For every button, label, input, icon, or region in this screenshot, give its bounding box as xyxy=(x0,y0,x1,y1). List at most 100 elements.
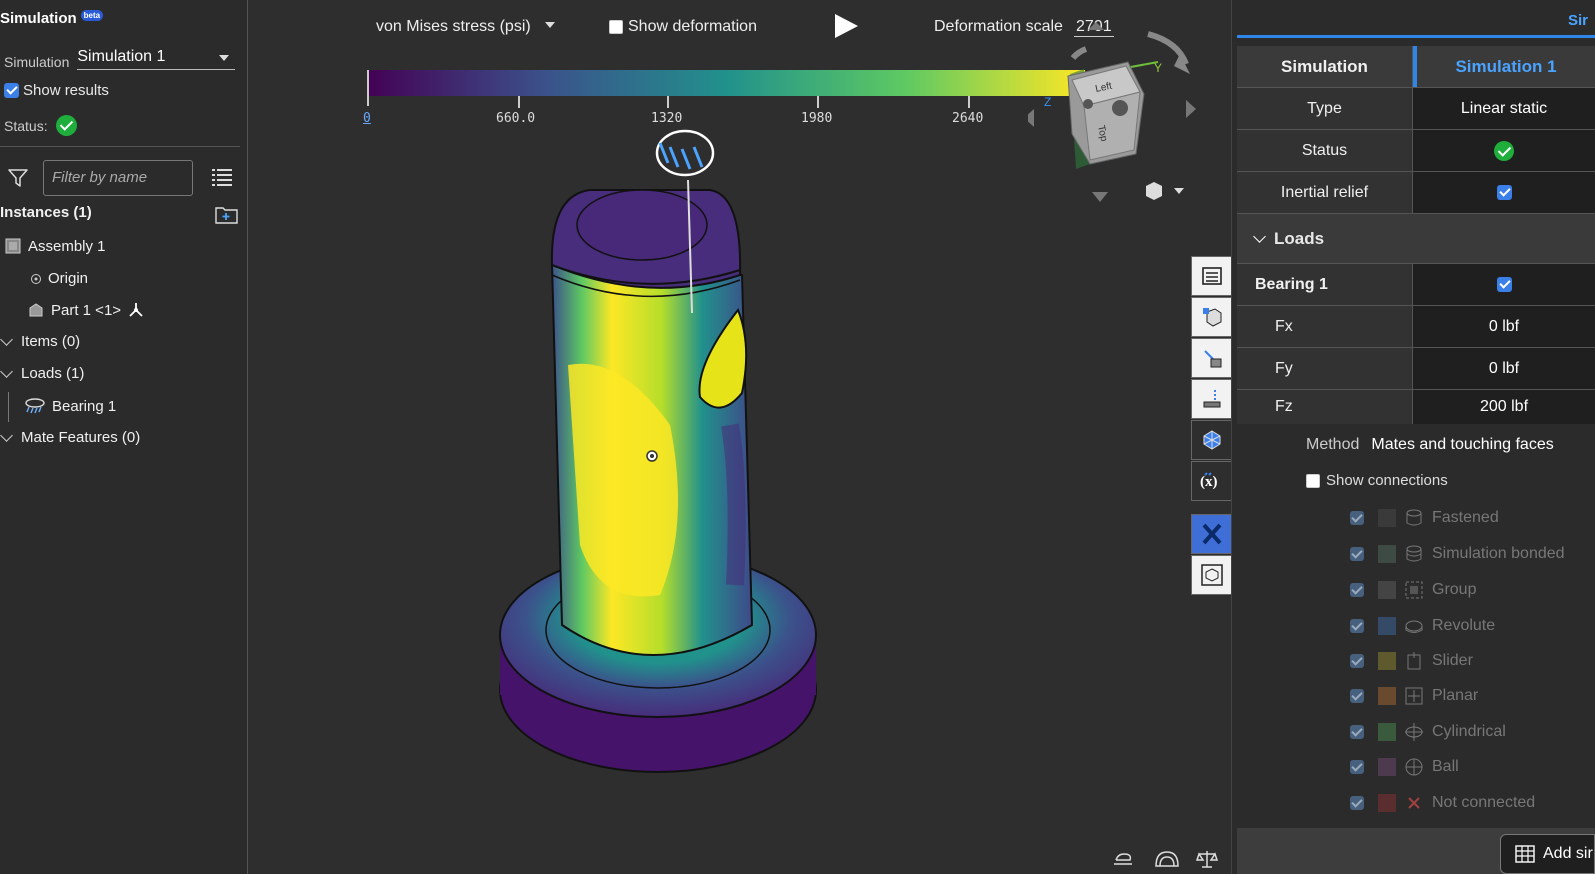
connection-label: Not connected xyxy=(1432,794,1536,811)
tree-item-part[interactable]: Part 1 <1> xyxy=(27,301,145,319)
chevron-down-icon xyxy=(545,22,556,29)
connection-item-group[interactable]: Group xyxy=(1350,580,1476,600)
ball-icon xyxy=(1405,758,1423,776)
connection-item-revolute[interactable]: Revolute xyxy=(1350,616,1495,636)
chevron-down-icon xyxy=(0,365,13,378)
status-label: Status: xyxy=(4,117,48,134)
tool-button-variables[interactable]: (x) xyxy=(1191,461,1232,501)
connection-item-ball[interactable]: Ball xyxy=(1350,757,1459,777)
chevron-down-icon xyxy=(1253,230,1266,243)
checkbox-checked-icon xyxy=(1350,796,1364,810)
section-view-icon xyxy=(1203,390,1220,408)
part-label: Part 1 <1> xyxy=(51,301,122,319)
inertial-relief-checkbox[interactable] xyxy=(1413,172,1595,213)
connection-label: Cylindrical xyxy=(1432,723,1506,740)
add-simulation-button[interactable]: Add sir xyxy=(1500,834,1595,874)
mass-properties-icon[interactable] xyxy=(1196,849,1218,869)
view-cube[interactable]: Y Z Left Top xyxy=(1028,14,1208,204)
connection-label: Ball xyxy=(1432,758,1459,775)
color-swatch xyxy=(1378,545,1396,563)
result-type-dropdown[interactable]: von Mises stress (psi) xyxy=(376,18,561,36)
checkbox-checked-icon xyxy=(1350,511,1364,525)
play-icon[interactable] xyxy=(832,12,860,40)
tree-item-assembly[interactable]: Assembly 1 xyxy=(4,237,106,255)
connection-item-not-connected[interactable]: Not connected xyxy=(1350,793,1535,813)
checkbox-checked-icon xyxy=(1350,547,1364,561)
row-label-bearing: Bearing 1 xyxy=(1237,264,1413,305)
row-value-fz[interactable]: 200 lbf xyxy=(1413,390,1595,424)
color-swatch xyxy=(1378,794,1396,812)
tool-button-section[interactable] xyxy=(1191,379,1232,419)
tool-button-mesh[interactable] xyxy=(1191,297,1232,337)
table-icon xyxy=(1201,267,1222,285)
tree-item-origin[interactable]: Origin xyxy=(30,270,88,287)
row-label-fy: Fy xyxy=(1237,348,1413,389)
measure-tool-icon[interactable] xyxy=(1112,852,1134,868)
header-simulation-label: Simulation xyxy=(1237,46,1413,87)
show-deformation-checkbox[interactable]: Show deformation xyxy=(609,18,757,36)
tree-item-items[interactable]: Items (0) xyxy=(0,333,80,350)
show-results-checkbox[interactable]: Show results xyxy=(4,82,109,99)
svg-text:Y: Y xyxy=(1154,61,1162,75)
colorbar-tick xyxy=(667,96,669,108)
color-swatch xyxy=(1378,509,1396,527)
tool-button-isolate[interactable] xyxy=(1191,555,1232,595)
list-view-icon[interactable] xyxy=(212,168,232,186)
x-close-icon xyxy=(1202,523,1221,545)
row-label-fx: Fx xyxy=(1237,306,1413,347)
checkbox-checked-icon xyxy=(1350,654,1364,668)
simulation-select[interactable]: Simulation 1 xyxy=(77,48,236,70)
row-value-type[interactable]: Linear static xyxy=(1413,88,1595,129)
revolute-icon xyxy=(1405,620,1423,633)
tool-button-hide[interactable] xyxy=(1191,514,1232,554)
tool-button-view-mode[interactable] xyxy=(1191,420,1232,460)
tree-item-bearing[interactable]: Bearing 1 xyxy=(24,397,116,415)
show-results-label: Show results xyxy=(23,82,109,99)
tree-item-mate-features[interactable]: Mate Features (0) xyxy=(0,429,140,446)
color-swatch xyxy=(1378,687,1396,705)
instances-header[interactable]: Instances (1) xyxy=(0,204,92,221)
filter-icon[interactable] xyxy=(8,168,28,188)
table-row: Inertial relief xyxy=(1237,172,1595,214)
chevron-down-icon xyxy=(0,333,13,346)
connection-item-slider[interactable]: Slider xyxy=(1350,651,1473,671)
status-ok-icon xyxy=(1494,140,1514,161)
checkbox-checked-icon xyxy=(1496,277,1512,292)
chevron-down-icon xyxy=(219,55,230,61)
simulation-label: Simulation xyxy=(4,54,70,70)
show-deformation-label: Show deformation xyxy=(628,18,757,35)
isolate-icon xyxy=(1200,564,1223,586)
tree-item-loads[interactable]: Loads (1) xyxy=(0,365,85,382)
stress-model-render[interactable] xyxy=(490,125,830,785)
tool-button-probe[interactable] xyxy=(1191,338,1232,378)
status-ok-icon xyxy=(55,115,77,136)
connection-label: Group xyxy=(1432,581,1477,598)
add-folder-icon[interactable] xyxy=(215,205,239,225)
connection-label: Slider xyxy=(1432,652,1473,669)
connection-item-cylindrical[interactable]: Cylindrical xyxy=(1350,722,1506,742)
tool-button-results-table[interactable] xyxy=(1191,256,1232,296)
table-row: Fy 0 lbf xyxy=(1237,348,1595,390)
row-value-fx[interactable]: 0 lbf xyxy=(1413,306,1595,347)
header-simulation-name[interactable]: Simulation 1 xyxy=(1413,46,1595,87)
panel-tab-simulation[interactable]: Sir xyxy=(1568,12,1588,29)
bearing-checkbox[interactable] xyxy=(1413,264,1595,305)
colorbar-tick-label: 1980 xyxy=(801,111,833,126)
show-connections-checkbox[interactable]: Show connections xyxy=(1306,472,1448,489)
connection-item-fastened[interactable]: Fastened xyxy=(1350,508,1499,528)
connection-item-planar[interactable]: Planar xyxy=(1350,686,1478,706)
filter-input[interactable]: Filter by name xyxy=(43,160,193,196)
connection-item-simulation-bonded[interactable]: Simulation bonded xyxy=(1350,544,1565,564)
units-icon[interactable] xyxy=(1154,850,1180,868)
beta-badge: beta xyxy=(80,10,104,21)
loads-section-header[interactable]: Loads xyxy=(1237,214,1595,264)
table-header-row: Simulation Simulation 1 xyxy=(1237,46,1595,88)
method-value[interactable]: Mates and touching faces xyxy=(1371,436,1553,453)
left-panel: Simulation beta Simulation Simulation 1 S… xyxy=(0,0,248,874)
divider xyxy=(0,146,240,147)
color-swatch xyxy=(1378,758,1396,776)
row-value-fy[interactable]: 0 lbf xyxy=(1413,348,1595,389)
checkbox-empty-icon xyxy=(609,20,623,34)
loads-label: Loads (1) xyxy=(21,365,85,382)
add-button-label: Add sir xyxy=(1543,845,1593,862)
